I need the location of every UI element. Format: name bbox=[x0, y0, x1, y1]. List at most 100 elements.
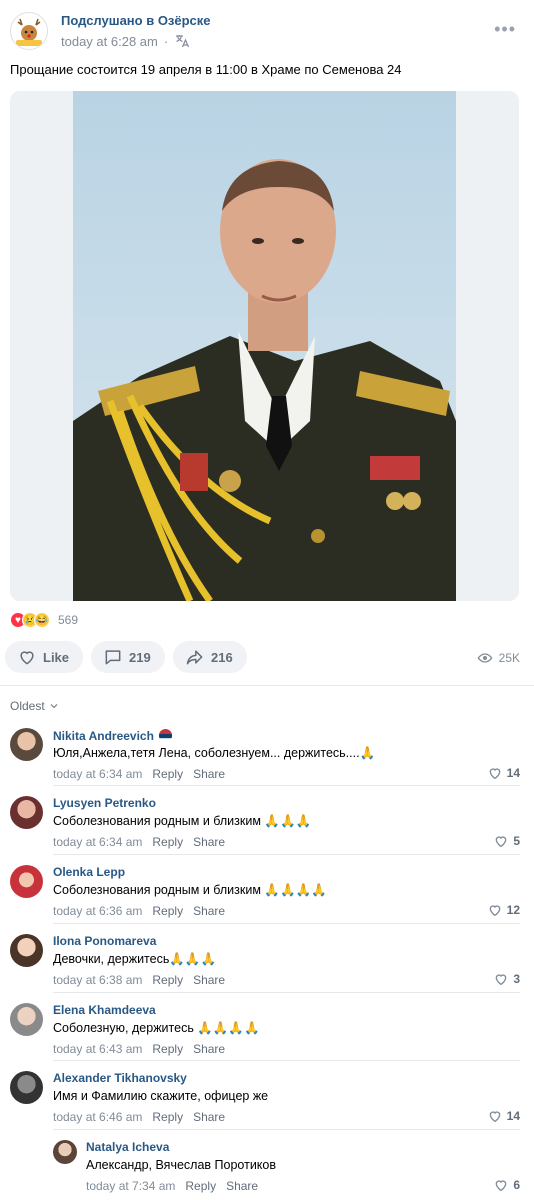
comment-time[interactable]: today at 7:34 am bbox=[86, 1179, 175, 1193]
heart-icon bbox=[495, 836, 507, 848]
heart-icon bbox=[495, 1180, 507, 1192]
comment-time[interactable]: today at 6:46 am bbox=[53, 1110, 142, 1124]
comment-author[interactable]: Alexander Tikhanovsky bbox=[53, 1071, 187, 1085]
comment-like-button[interactable]: 12 bbox=[487, 902, 520, 918]
author-name: Alexander Tikhanovsky bbox=[53, 1071, 187, 1085]
community-name[interactable]: Подслушано в Озёрске bbox=[61, 13, 211, 28]
comment-author[interactable]: Lyusyen Petrenko bbox=[53, 796, 156, 810]
comment-time[interactable]: today at 6:34 am bbox=[53, 767, 142, 781]
heart-icon bbox=[20, 651, 34, 665]
comment-text: Соболезнования родным и близким 🙏🙏🙏🙏 bbox=[53, 883, 327, 897]
views-count: 25K bbox=[498, 651, 520, 665]
heart-icon bbox=[495, 974, 507, 986]
comment-meta: today at 6:34 am Reply Share bbox=[53, 767, 225, 781]
avatar[interactable] bbox=[10, 796, 43, 829]
author-name: Elena Khamdeeva bbox=[53, 1003, 156, 1017]
comment-item: Olenka Lepp Соболезнования родным и близ… bbox=[0, 855, 534, 924]
avatar[interactable] bbox=[10, 728, 43, 761]
comment-meta: today at 6:36 am Reply Share bbox=[53, 904, 225, 918]
avatar[interactable] bbox=[10, 865, 43, 898]
translate-icon[interactable] bbox=[174, 33, 190, 49]
avatar[interactable] bbox=[10, 1071, 43, 1104]
share-comment-button[interactable]: Share bbox=[193, 1042, 225, 1056]
comment-like-button[interactable]: 3 bbox=[493, 971, 520, 987]
reply-button[interactable]: Reply bbox=[185, 1179, 216, 1193]
post-header: Подслушано в Озёрске today at 6:28 am · … bbox=[0, 0, 534, 62]
reply-button[interactable]: Reply bbox=[152, 904, 183, 918]
reply-button[interactable]: Reply bbox=[152, 1110, 183, 1124]
comment-likes-count: 5 bbox=[513, 834, 520, 848]
comment-like-button[interactable]: 14 bbox=[487, 765, 520, 781]
meta-separator: · bbox=[163, 33, 169, 49]
reply-button[interactable]: Reply bbox=[152, 973, 183, 987]
comments-sort-dropdown[interactable]: Oldest bbox=[10, 699, 59, 713]
reactions-summary[interactable]: ♥ 😢 😂 569 bbox=[10, 612, 78, 628]
community-avatar[interactable] bbox=[10, 12, 48, 50]
post-actions: Like 219 216 bbox=[5, 641, 247, 673]
author-name: Lyusyen Petrenko bbox=[53, 796, 156, 810]
more-options-icon[interactable]: ••• bbox=[494, 20, 516, 38]
share-comment-button[interactable]: Share bbox=[193, 767, 225, 781]
share-comment-button[interactable]: Share bbox=[193, 1110, 225, 1124]
comment-author[interactable]: Olenka Lepp bbox=[53, 865, 125, 879]
comment-icon bbox=[105, 650, 121, 665]
avatar[interactable] bbox=[53, 1140, 77, 1164]
comment-author[interactable]: Ilona Ponomareva bbox=[53, 934, 156, 948]
comments-count: 219 bbox=[129, 649, 151, 665]
deer-logo-icon bbox=[16, 18, 42, 46]
comment-meta: today at 6:38 am Reply Share bbox=[53, 973, 225, 987]
comment-time[interactable]: today at 6:38 am bbox=[53, 973, 142, 987]
heart-icon bbox=[489, 905, 500, 917]
post-time[interactable]: today at 6:28 am bbox=[61, 34, 158, 49]
share-comment-button[interactable]: Share bbox=[193, 835, 225, 849]
reply-button[interactable]: Reply bbox=[152, 835, 183, 849]
chevron-down-icon bbox=[50, 704, 58, 709]
heart-icon bbox=[489, 768, 500, 780]
author-name: Olenka Lepp bbox=[53, 865, 126, 879]
reply-comment-item: Natalya Icheva Александр, Вячеслав Порот… bbox=[0, 1130, 534, 1200]
comments-button[interactable]: 219 bbox=[91, 641, 165, 673]
comment-item: Lyusyen Petrenko Соболезнования родным и… bbox=[0, 786, 534, 855]
views-counter: 25K bbox=[477, 650, 520, 666]
comment-text: Юля,Анжела,тетя Лена, соболезнуем... дер… bbox=[53, 746, 376, 760]
share-comment-button[interactable]: Share bbox=[193, 904, 225, 918]
comment-author[interactable]: Nikita Andreevich bbox=[53, 728, 173, 743]
comment-time[interactable]: today at 6:34 am bbox=[53, 835, 142, 849]
like-button[interactable]: Like bbox=[5, 641, 83, 673]
post-photo[interactable] bbox=[10, 91, 519, 601]
reply-button[interactable]: Reply bbox=[152, 767, 183, 781]
author-name: Ilona Ponomareva bbox=[53, 934, 157, 948]
reply-button[interactable]: Reply bbox=[152, 1042, 183, 1056]
share-button[interactable]: 216 bbox=[173, 641, 247, 673]
comment-like-button[interactable]: 5 bbox=[493, 833, 520, 849]
comment-author[interactable]: Natalya Icheva bbox=[86, 1140, 169, 1154]
avatar[interactable] bbox=[10, 1003, 43, 1036]
share-comment-button[interactable]: Share bbox=[193, 973, 225, 987]
comment-time[interactable]: today at 6:36 am bbox=[53, 904, 142, 918]
comment-meta: today at 6:34 am Reply Share bbox=[53, 835, 225, 849]
comment-likes-count: 14 bbox=[506, 766, 520, 780]
shares-count: 216 bbox=[211, 649, 233, 665]
share-arrow-icon bbox=[186, 650, 203, 665]
eye-icon bbox=[477, 653, 493, 663]
comment-meta: today at 7:34 am Reply Share bbox=[86, 1179, 258, 1193]
comment-item: Nikita Andreevich Юля,Анжела,тетя Лена, … bbox=[0, 718, 534, 786]
comment-text: Соболезную, держитесь 🙏🙏🙏🙏 bbox=[53, 1021, 260, 1035]
comment-meta: today at 6:43 am Reply Share bbox=[53, 1042, 225, 1056]
comment-like-button[interactable]: 6 bbox=[493, 1177, 520, 1193]
share-comment-button[interactable]: Share bbox=[226, 1179, 258, 1193]
comment-time[interactable]: today at 6:43 am bbox=[53, 1042, 142, 1056]
comment-likes-count: 14 bbox=[506, 1109, 520, 1123]
heart-icon bbox=[489, 1111, 500, 1123]
comment-text: Александр, Вячеслав Поротиков bbox=[86, 1158, 277, 1172]
comment-item: Alexander Tikhanovsky Имя и Фамилию скаж… bbox=[0, 1061, 534, 1130]
avatar[interactable] bbox=[10, 934, 43, 967]
comment-author[interactable]: Elena Khamdeeva bbox=[53, 1003, 156, 1017]
reaction-emojis: ♥ 😢 😂 bbox=[10, 612, 50, 628]
sort-label: Oldest bbox=[10, 699, 45, 713]
comment-like-button[interactable]: 14 bbox=[487, 1108, 520, 1124]
post-text: Прощание состоится 19 апреля в 11:00 в Х… bbox=[10, 62, 402, 77]
post-meta: today at 6:28 am · bbox=[61, 33, 190, 49]
comment-text: Соболезнования родным и близким 🙏🙏🙏 bbox=[53, 814, 312, 828]
laugh-reaction-icon: 😂 bbox=[34, 612, 50, 628]
